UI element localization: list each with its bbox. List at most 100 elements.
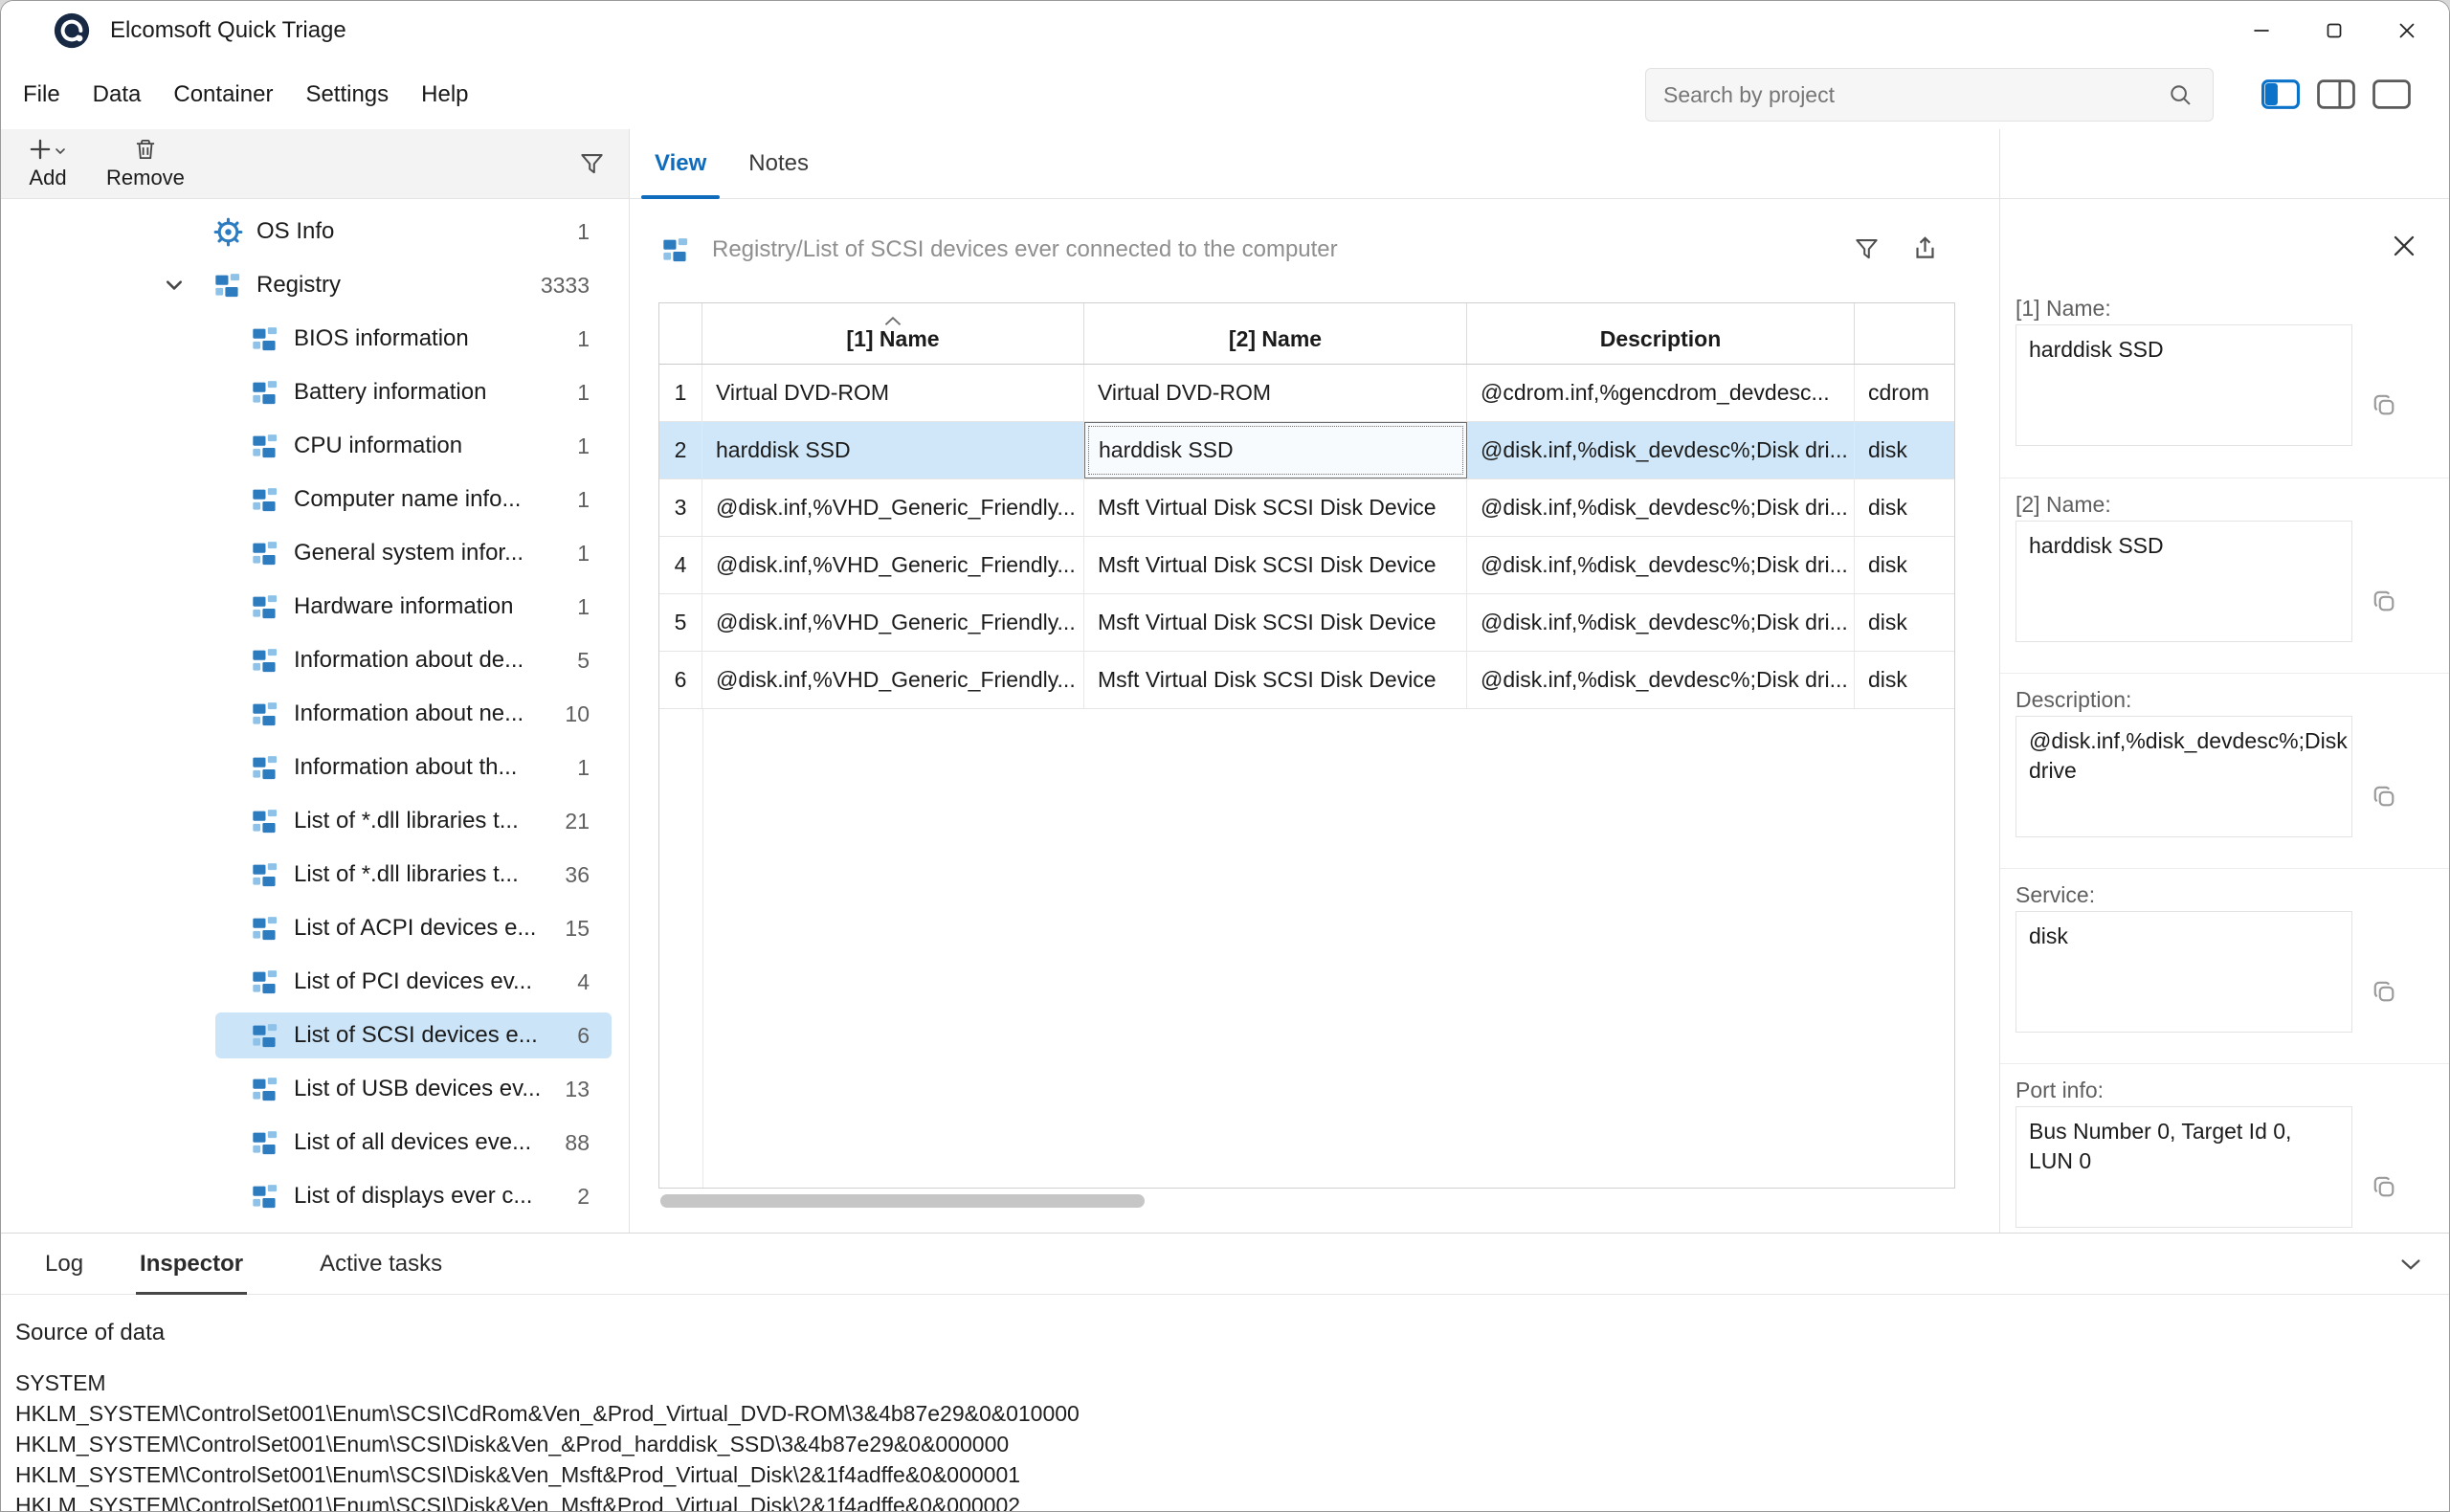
table-row[interactable]: 6@disk.inf,%VHD_Generic_Friendly...Msft … [659,652,1954,709]
row-number-cell[interactable]: 5 [659,594,702,651]
table-row[interactable]: 2harddisk SSDharddisk SSD@disk.inf,%disk… [659,422,1954,479]
name-1-cell[interactable]: Virtual DVD-ROM [702,365,1084,421]
field-value[interactable]: harddisk SSD [2016,324,2352,446]
name-1-cell[interactable]: @disk.inf,%VHD_Generic_Friendly... [702,652,1084,708]
tree-item-cpu-information[interactable]: CPU information1 [1,419,629,473]
close-icon[interactable] [2387,229,2421,263]
service-cell[interactable]: disk [1855,594,1954,651]
row-number-cell[interactable]: 4 [659,537,702,593]
name-2-cell[interactable]: harddisk SSD [1084,422,1467,478]
description-cell[interactable]: @disk.inf,%disk_devdesc%;Disk dri... [1467,652,1855,708]
tree-item-bios-information[interactable]: BIOS information1 [1,312,629,366]
name-1-cell[interactable]: @disk.inf,%VHD_Generic_Friendly... [702,537,1084,593]
tree-item-computer-name-info[interactable]: Computer name info...1 [1,473,629,526]
name-1-cell[interactable]: @disk.inf,%VHD_Generic_Friendly... [702,479,1084,536]
layout-split-panel-icon[interactable] [2317,78,2355,110]
menu-container[interactable]: Container [157,72,289,118]
header-row-number[interactable] [659,303,702,364]
tree-item-hardware-information[interactable]: Hardware information1 [1,580,629,634]
tree-item-registry[interactable]: Registry3333 [1,258,629,312]
table-row[interactable]: 3@disk.inf,%VHD_Generic_Friendly...Msft … [659,479,1954,537]
chevron-down-icon[interactable] [163,274,186,297]
tab-active-tasks[interactable]: Active tasks [316,1234,446,1294]
name-2-cell[interactable]: Msft Virtual Disk SCSI Disk Device [1084,479,1467,536]
table-row[interactable]: 1Virtual DVD-ROMVirtual DVD-ROM@cdrom.in… [659,365,1954,422]
tab-view[interactable]: View [634,129,727,198]
name-2-cell[interactable]: Msft Virtual Disk SCSI Disk Device [1084,537,1467,593]
copy-icon[interactable] [2372,589,2397,614]
export-icon[interactable] [1911,234,1939,262]
description-cell[interactable]: @disk.inf,%disk_devdesc%;Disk dri... [1467,537,1855,593]
field-value[interactable]: @disk.inf,%disk_devdesc%;Disk drive [2016,716,2352,837]
header-service[interactable] [1855,303,1954,364]
tree-item-information-about-ne[interactable]: Information about ne...10 [1,687,629,741]
menu-file[interactable]: File [7,72,77,118]
description-cell[interactable]: @cdrom.inf,%gencdrom_devdesc... [1467,365,1855,421]
collapse-panel-chevron-icon[interactable] [2397,1251,2424,1278]
row-number-cell[interactable]: 6 [659,652,702,708]
name-1-cell[interactable]: harddisk SSD [702,422,1084,478]
filter-icon[interactable] [579,151,605,177]
layout-single-panel-icon[interactable] [2372,78,2411,110]
table-row[interactable]: 4@disk.inf,%VHD_Generic_Friendly...Msft … [659,537,1954,594]
service-cell[interactable]: disk [1855,652,1954,708]
scrollbar-thumb[interactable] [660,1194,1145,1208]
header-name-1[interactable]: [1] Name [702,303,1084,364]
search-icon[interactable] [2168,82,2194,108]
service-cell[interactable]: disk [1855,537,1954,593]
layout-left-panel-icon[interactable] [2261,78,2300,110]
tree-item-list-of-dll-libraries-t[interactable]: List of *.dll libraries t...36 [1,848,629,901]
tree-item-list-of-displays-ever-c[interactable]: List of displays ever c...2 [1,1169,629,1223]
tree-item-information-about-de[interactable]: Information about de...5 [1,634,629,687]
copy-icon[interactable] [2372,392,2397,418]
tab-inspector[interactable]: Inspector [136,1234,247,1294]
copy-icon[interactable] [2372,1174,2397,1200]
tree-item-os-info[interactable]: OS Info1 [1,205,629,258]
row-number-cell[interactable]: 3 [659,479,702,536]
tab-notes[interactable]: Notes [727,129,830,198]
name-2-cell[interactable]: Msft Virtual Disk SCSI Disk Device [1084,652,1467,708]
menu-help[interactable]: Help [405,72,484,118]
tree-item-list-of-pci-devices-ev[interactable]: List of PCI devices ev...4 [1,955,629,1009]
description-cell[interactable]: @disk.inf,%disk_devdesc%;Disk dri... [1467,422,1855,478]
tree-item-general-system-infor[interactable]: General system infor...1 [1,526,629,580]
table-row[interactable]: 5@disk.inf,%VHD_Generic_Friendly...Msft … [659,594,1954,652]
name-2-cell[interactable]: Msft Virtual Disk SCSI Disk Device [1084,594,1467,651]
service-cell[interactable]: cdrom [1855,365,1954,421]
maximize-button[interactable] [2298,1,2371,60]
field-value[interactable]: harddisk SSD [2016,521,2352,642]
title-bar[interactable]: Elcomsoft Quick Triage [1,1,2449,60]
tree-item-list-of-all-devices-eve[interactable]: List of all devices eve...88 [1,1116,629,1169]
header-description[interactable]: Description [1467,303,1855,364]
field-value[interactable]: Bus Number 0, Target Id 0, LUN 0 [2016,1106,2352,1228]
tree-item-list-of-dll-libraries-t[interactable]: List of *.dll libraries t...21 [1,794,629,848]
project-search[interactable] [1645,68,2214,122]
field-value[interactable]: disk [2016,911,2352,1033]
row-number-cell[interactable]: 1 [659,365,702,421]
tree-item-battery-information[interactable]: Battery information1 [1,366,629,419]
remove-button[interactable]: Remove [95,135,196,194]
copy-icon[interactable] [2372,979,2397,1005]
copy-icon[interactable] [2372,784,2397,810]
tree-item-list-of-acpi-devices-e[interactable]: List of ACPI devices e...15 [1,901,629,955]
close-button[interactable] [2371,1,2443,60]
service-cell[interactable]: disk [1855,479,1954,536]
search-input[interactable] [1646,82,2168,108]
minimize-button[interactable] [2225,1,2298,60]
horizontal-scrollbar[interactable] [658,1191,1955,1211]
tree-item-information-about-th[interactable]: Information about th...1 [1,741,629,794]
table-filter-icon[interactable] [1854,236,1880,262]
name-1-cell[interactable]: @disk.inf,%VHD_Generic_Friendly... [702,594,1084,651]
description-cell[interactable]: @disk.inf,%disk_devdesc%;Disk dri... [1467,594,1855,651]
menu-data[interactable]: Data [77,72,158,118]
row-number-cell[interactable]: 2 [659,422,702,478]
name-2-cell[interactable]: Virtual DVD-ROM [1084,365,1467,421]
menu-settings[interactable]: Settings [289,72,405,118]
service-cell[interactable]: disk [1855,422,1954,478]
add-button[interactable]: Add [16,135,79,194]
tree-item-list-of-scsi-devices-e[interactable]: List of SCSI devices e...6 [1,1009,629,1062]
tree-item-list-of-usb-devices-ev[interactable]: List of USB devices ev...13 [1,1062,629,1116]
description-cell[interactable]: @disk.inf,%disk_devdesc%;Disk dri... [1467,479,1855,536]
header-name-2[interactable]: [2] Name [1084,303,1467,364]
tab-log[interactable]: Log [41,1234,87,1294]
